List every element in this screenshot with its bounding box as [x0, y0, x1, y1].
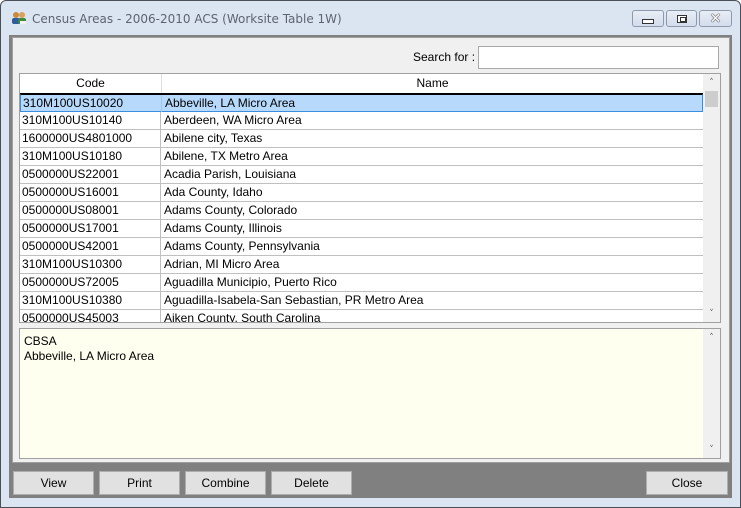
table-header: Code Name	[20, 74, 703, 94]
delete-button[interactable]: Delete	[271, 471, 352, 495]
details-line: Abbeville, LA Micro Area	[24, 349, 155, 363]
close-button[interactable]: Close	[646, 471, 728, 495]
cell-name: Adrian, MI Micro Area	[164, 257, 280, 271]
maximize-icon	[676, 14, 687, 23]
cell-name: Aguadilla-Isabela-San Sebastian, PR Metr…	[164, 293, 424, 307]
cell-code: 310M100US10300	[20, 256, 161, 273]
details-scrollbar[interactable]: ˄ ˅	[703, 329, 720, 458]
people-group-icon	[12, 12, 26, 24]
table-row[interactable]: 310M100US10020 Abbeville, LA Micro Area	[20, 94, 703, 112]
table-row[interactable]: 310M100US10380 Aguadilla-Isabela-San Seba…	[20, 292, 703, 310]
column-header-code[interactable]: Code	[20, 74, 162, 93]
details-line: CBSA	[24, 334, 57, 348]
table-row[interactable]: 0500000US08001 Adams County, Colorado	[20, 202, 703, 220]
cell-name: Aguadilla Municipio, Puerto Rico	[164, 275, 337, 289]
cell-code: 310M100US10380	[20, 292, 161, 309]
table-row[interactable]: 0500000US42001 Adams County, Pennsylvania	[20, 238, 703, 256]
maximize-button[interactable]	[666, 10, 697, 27]
cell-code: 1600000US4801000	[20, 130, 161, 147]
cell-code: 0500000US22001	[20, 166, 161, 183]
table-row[interactable]: 0500000US17001 Adams County, Illinois	[20, 220, 703, 238]
cell-name: Adams County, Colorado	[164, 203, 298, 217]
window-close-button[interactable]: ✕	[699, 10, 732, 27]
cell-name: Ada County, Idaho	[164, 185, 263, 199]
table-row[interactable]: 310M100US10300 Adrian, MI Micro Area	[20, 256, 703, 274]
table-row[interactable]: 310M100US10140 Aberdeen, WA Micro Area	[20, 112, 703, 130]
areas-table[interactable]: Code Name 310M100US10020 Abbeville, LA Mi…	[19, 73, 721, 323]
cell-code: 0500000US17001	[20, 220, 161, 237]
cell-code: 0500000US08001	[20, 202, 161, 219]
scroll-down-icon[interactable]: ˅	[703, 305, 720, 322]
table-row[interactable]: 1600000US4801000 Abilene city, Texas	[20, 130, 703, 148]
scroll-up-icon[interactable]: ˄	[703, 74, 720, 91]
search-label: Search for :	[413, 50, 476, 64]
scroll-thumb[interactable]	[705, 91, 718, 107]
cell-code: 310M100US10140	[20, 112, 161, 129]
cell-name: Adams County, Illinois	[164, 221, 282, 235]
window-title: Census Areas - 2006-2010 ACS (Worksite T…	[32, 12, 342, 26]
details-text: CBSA Abbeville, LA Micro Area	[24, 334, 154, 364]
cell-code: 310M100US10020	[21, 95, 162, 112]
minimize-button[interactable]	[632, 10, 664, 27]
cell-code: 0500000US16001	[20, 184, 161, 201]
table-row[interactable]: 0500000US22001 Acadia Parish, Louisiana	[20, 166, 703, 184]
details-memo[interactable]: CBSA Abbeville, LA Micro Area ˄ ˅	[19, 328, 721, 459]
scroll-down-icon[interactable]: ˅	[703, 441, 720, 458]
minimize-icon	[642, 18, 654, 24]
cell-code: 0500000US45003	[20, 310, 161, 322]
scroll-up-icon[interactable]: ˄	[703, 329, 720, 346]
search-input[interactable]	[478, 46, 719, 69]
table-row[interactable]: 0500000US72005 Aguadilla Municipio, Puert…	[20, 274, 703, 292]
close-icon: ✕	[709, 10, 722, 27]
view-button[interactable]: View	[13, 471, 94, 495]
cell-name: Aiken County, South Carolina	[164, 311, 321, 323]
table-body: 310M100US10020 Abbeville, LA Micro Area 31…	[20, 94, 703, 323]
table-row[interactable]: 310M100US10180 Abilene, TX Metro Area	[20, 148, 703, 166]
cell-name: Abilene city, Texas	[164, 131, 263, 145]
table-scrollbar[interactable]: ˄ ˅	[703, 74, 720, 322]
cell-code: 0500000US42001	[20, 238, 161, 255]
cell-name: Aberdeen, WA Micro Area	[164, 113, 302, 127]
cell-name: Abbeville, LA Micro Area	[165, 96, 296, 110]
column-header-name[interactable]: Name	[162, 74, 703, 93]
cell-code: 0500000US72005	[20, 274, 161, 291]
table-row[interactable]: 0500000US16001 Ada County, Idaho	[20, 184, 703, 202]
cell-name: Abilene, TX Metro Area	[164, 149, 288, 163]
title-bar[interactable]: Census Areas - 2006-2010 ACS (Worksite T…	[1, 1, 740, 35]
cell-name: Adams County, Pennsylvania	[164, 239, 320, 253]
cell-code: 310M100US10180	[20, 148, 161, 165]
cell-name: Acadia Parish, Louisiana	[164, 167, 297, 181]
print-button[interactable]: Print	[99, 471, 180, 495]
census-areas-window: Census Areas - 2006-2010 ACS (Worksite T…	[0, 0, 741, 508]
combine-button[interactable]: Combine	[185, 471, 266, 495]
table-row[interactable]: 0500000US45003 Aiken County, South Caroli…	[20, 310, 703, 323]
